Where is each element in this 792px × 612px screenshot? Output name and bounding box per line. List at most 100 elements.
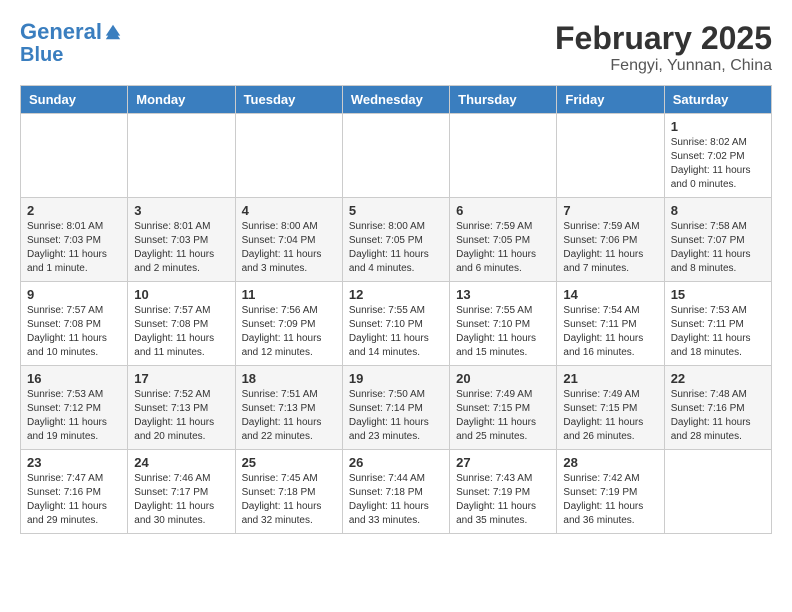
day-info: Sunrise: 7:59 AM Sunset: 7:05 PM Dayligh… <box>456 220 550 276</box>
calendar-cell: 12 Sunrise: 7:55 AM Sunset: 7:10 PM Dayli… <box>342 282 449 366</box>
day-number: 21 <box>563 371 657 386</box>
day-number: 13 <box>456 287 550 302</box>
day-number: 5 <box>349 203 443 218</box>
day-number: 11 <box>242 287 336 302</box>
title-block: February 2025 Fengyi, Yunnan, China <box>555 20 772 75</box>
weekday-header: Monday <box>128 86 235 114</box>
calendar-cell: 1 Sunrise: 8:02 AM Sunset: 7:02 PM Daylig… <box>664 114 771 198</box>
day-number: 12 <box>349 287 443 302</box>
calendar-cell: 28 Sunrise: 7:42 AM Sunset: 7:19 PM Dayli… <box>557 450 664 534</box>
calendar-cell <box>450 114 557 198</box>
day-info: Sunrise: 7:54 AM Sunset: 7:11 PM Dayligh… <box>563 304 657 360</box>
calendar-cell: 10 Sunrise: 7:57 AM Sunset: 7:08 PM Dayli… <box>128 282 235 366</box>
calendar-cell: 7Sunrise: 7:59 AM Sunset: 7:06 PM Daylig… <box>557 198 664 282</box>
logo-blue: Blue <box>20 44 122 66</box>
calendar-cell: 18 Sunrise: 7:51 AM Sunset: 7:13 PM Dayli… <box>235 366 342 450</box>
day-number: 28 <box>563 455 657 470</box>
day-number: 20 <box>456 371 550 386</box>
day-number: 7 <box>563 203 657 218</box>
calendar-cell: 25 Sunrise: 7:45 AM Sunset: 7:18 PM Dayli… <box>235 450 342 534</box>
calendar-cell: 21 Sunrise: 7:49 AM Sunset: 7:15 PM Dayli… <box>557 366 664 450</box>
logo-icon <box>104 23 122 41</box>
day-info: Sunrise: 7:58 AM Sunset: 7:07 PM Dayligh… <box>671 220 765 276</box>
day-number: 27 <box>456 455 550 470</box>
day-info: Sunrise: 7:50 AM Sunset: 7:14 PM Dayligh… <box>349 388 443 444</box>
day-number: 23 <box>27 455 121 470</box>
day-info: Sunrise: 7:49 AM Sunset: 7:15 PM Dayligh… <box>563 388 657 444</box>
day-info: Sunrise: 7:52 AM Sunset: 7:13 PM Dayligh… <box>134 388 228 444</box>
calendar-week-row: 16Sunrise: 7:53 AM Sunset: 7:12 PM Dayli… <box>21 366 772 450</box>
day-info: Sunrise: 7:51 AM Sunset: 7:13 PM Dayligh… <box>242 388 336 444</box>
calendar-cell: 5 Sunrise: 8:00 AM Sunset: 7:05 PM Daylig… <box>342 198 449 282</box>
page-header: General Blue February 2025 Fengyi, Yunna… <box>20 20 772 75</box>
day-number: 1 <box>671 119 765 134</box>
day-info: Sunrise: 7:57 AM Sunset: 7:08 PM Dayligh… <box>134 304 228 360</box>
day-number: 10 <box>134 287 228 302</box>
calendar-week-row: 1 Sunrise: 8:02 AM Sunset: 7:02 PM Daylig… <box>21 114 772 198</box>
day-info: Sunrise: 7:53 AM Sunset: 7:11 PM Dayligh… <box>671 304 765 360</box>
calendar-week-row: 23 Sunrise: 7:47 AM Sunset: 7:16 PM Dayli… <box>21 450 772 534</box>
calendar-cell: 17 Sunrise: 7:52 AM Sunset: 7:13 PM Dayli… <box>128 366 235 450</box>
day-number: 4 <box>242 203 336 218</box>
calendar-cell <box>664 450 771 534</box>
day-number: 16 <box>27 371 121 386</box>
weekday-header: Friday <box>557 86 664 114</box>
month-title: February 2025 <box>555 20 772 57</box>
calendar-cell <box>128 114 235 198</box>
calendar-cell: 26Sunrise: 7:44 AM Sunset: 7:18 PM Dayli… <box>342 450 449 534</box>
day-number: 19 <box>349 371 443 386</box>
calendar-header-row: SundayMondayTuesdayWednesdayThursdayFrid… <box>21 86 772 114</box>
calendar-cell: 19 Sunrise: 7:50 AM Sunset: 7:14 PM Dayli… <box>342 366 449 450</box>
day-info: Sunrise: 7:45 AM Sunset: 7:18 PM Dayligh… <box>242 472 336 528</box>
calendar-cell: 13 Sunrise: 7:55 AM Sunset: 7:10 PM Dayli… <box>450 282 557 366</box>
calendar-cell <box>21 114 128 198</box>
calendar-cell: 23 Sunrise: 7:47 AM Sunset: 7:16 PM Dayli… <box>21 450 128 534</box>
day-info: Sunrise: 7:57 AM Sunset: 7:08 PM Dayligh… <box>27 304 121 360</box>
weekday-header: Wednesday <box>342 86 449 114</box>
day-info: Sunrise: 7:43 AM Sunset: 7:19 PM Dayligh… <box>456 472 550 528</box>
day-info: Sunrise: 8:02 AM Sunset: 7:02 PM Dayligh… <box>671 136 765 192</box>
logo-text: General <box>20 20 102 44</box>
weekday-header: Sunday <box>21 86 128 114</box>
calendar-cell: 27 Sunrise: 7:43 AM Sunset: 7:19 PM Dayli… <box>450 450 557 534</box>
calendar-cell: 22Sunrise: 7:48 AM Sunset: 7:16 PM Dayli… <box>664 366 771 450</box>
day-number: 18 <box>242 371 336 386</box>
day-info: Sunrise: 7:49 AM Sunset: 7:15 PM Dayligh… <box>456 388 550 444</box>
calendar-cell: 3Sunrise: 8:01 AM Sunset: 7:03 PM Daylig… <box>128 198 235 282</box>
day-number: 8 <box>671 203 765 218</box>
location-title: Fengyi, Yunnan, China <box>555 57 772 75</box>
calendar-cell <box>342 114 449 198</box>
day-info: Sunrise: 7:55 AM Sunset: 7:10 PM Dayligh… <box>456 304 550 360</box>
day-info: Sunrise: 8:01 AM Sunset: 7:03 PM Dayligh… <box>27 220 121 276</box>
calendar-cell <box>557 114 664 198</box>
calendar-cell: 16Sunrise: 7:53 AM Sunset: 7:12 PM Dayli… <box>21 366 128 450</box>
calendar-cell: 9Sunrise: 7:57 AM Sunset: 7:08 PM Daylig… <box>21 282 128 366</box>
day-number: 15 <box>671 287 765 302</box>
day-info: Sunrise: 7:48 AM Sunset: 7:16 PM Dayligh… <box>671 388 765 444</box>
day-number: 6 <box>456 203 550 218</box>
day-info: Sunrise: 7:42 AM Sunset: 7:19 PM Dayligh… <box>563 472 657 528</box>
day-number: 17 <box>134 371 228 386</box>
day-number: 25 <box>242 455 336 470</box>
calendar-cell: 8 Sunrise: 7:58 AM Sunset: 7:07 PM Daylig… <box>664 198 771 282</box>
calendar-cell: 14 Sunrise: 7:54 AM Sunset: 7:11 PM Dayli… <box>557 282 664 366</box>
calendar-cell: 4 Sunrise: 8:00 AM Sunset: 7:04 PM Daylig… <box>235 198 342 282</box>
calendar-cell: 24Sunrise: 7:46 AM Sunset: 7:17 PM Dayli… <box>128 450 235 534</box>
day-number: 26 <box>349 455 443 470</box>
day-info: Sunrise: 7:47 AM Sunset: 7:16 PM Dayligh… <box>27 472 121 528</box>
calendar-table: SundayMondayTuesdayWednesdayThursdayFrid… <box>20 85 772 534</box>
day-number: 2 <box>27 203 121 218</box>
day-info: Sunrise: 7:55 AM Sunset: 7:10 PM Dayligh… <box>349 304 443 360</box>
day-number: 14 <box>563 287 657 302</box>
weekday-header: Thursday <box>450 86 557 114</box>
calendar-week-row: 9Sunrise: 7:57 AM Sunset: 7:08 PM Daylig… <box>21 282 772 366</box>
logo: General Blue <box>20 20 122 66</box>
day-info: Sunrise: 8:00 AM Sunset: 7:05 PM Dayligh… <box>349 220 443 276</box>
calendar-cell: 15 Sunrise: 7:53 AM Sunset: 7:11 PM Dayli… <box>664 282 771 366</box>
weekday-header: Saturday <box>664 86 771 114</box>
weekday-header: Tuesday <box>235 86 342 114</box>
day-info: Sunrise: 7:56 AM Sunset: 7:09 PM Dayligh… <box>242 304 336 360</box>
calendar-cell: 11 Sunrise: 7:56 AM Sunset: 7:09 PM Dayli… <box>235 282 342 366</box>
calendar-cell: 20 Sunrise: 7:49 AM Sunset: 7:15 PM Dayli… <box>450 366 557 450</box>
day-info: Sunrise: 8:00 AM Sunset: 7:04 PM Dayligh… <box>242 220 336 276</box>
